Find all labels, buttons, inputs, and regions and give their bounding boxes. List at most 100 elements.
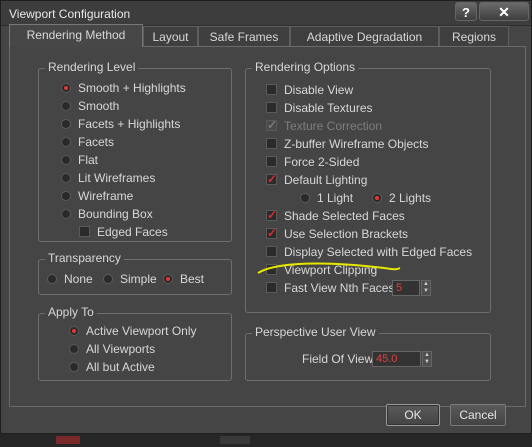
radio-label: 2 Lights [389,191,432,205]
checkbox-label: Disable View [284,83,354,97]
checkbox-box[interactable] [79,226,90,238]
checkbox-label: Force 2-Sided [284,155,360,169]
radio-2-lights[interactable]: 2 Lights [372,190,431,206]
radio-label: Lit Wireframes [78,171,156,185]
texture-correction-checkbox[interactable]: Texture Correction [266,117,382,134]
radio-indicator[interactable] [61,136,71,147]
disable-textures-checkbox[interactable]: Disable Textures [266,100,373,116]
tab-strip: Rendering Method Layout Safe Frames Adap… [9,24,527,47]
nth-faces-spinner[interactable]: 5 ▲ ▼ [392,280,432,296]
nth-faces-input[interactable]: 5 [392,280,420,296]
transparency-group: Transparency None Simple Best [38,251,232,295]
checkbox-label: Disable Textures [284,101,373,115]
radio-label: Best [180,272,205,286]
help-button[interactable]: ? [455,2,477,21]
radio-bounding-box[interactable]: Bounding Box [61,206,153,222]
radio-active-viewport-only[interactable]: Active Viewport Only [69,323,197,339]
radio-indicator[interactable] [61,172,71,183]
tab-layout[interactable]: Layout [143,26,198,46]
cancel-button[interactable]: Cancel [450,404,506,426]
checkbox-box[interactable] [266,156,277,168]
radio-label: Bounding Box [78,207,153,221]
checkbox-box[interactable] [266,246,277,258]
highlight-annotation-stroke [257,262,401,274]
fov-input[interactable]: 45.0 [372,351,421,367]
tab-regions[interactable]: Regions [439,26,509,46]
radio-transparency-none[interactable]: None [47,271,93,287]
shade-selected-faces-checkbox[interactable]: Shade Selected Faces [266,207,405,224]
zbuffer-wireframe-checkbox[interactable]: Z-buffer Wireframe Objects [266,136,428,152]
checkbox-box[interactable] [266,117,277,133]
apply-to-legend: Apply To [45,305,97,319]
checkbox-box[interactable] [266,102,277,114]
background-fragment [220,436,250,444]
tab-safe-frames[interactable]: Safe Frames [198,26,290,46]
nth-faces-spinner-arrows[interactable]: ▲ ▼ [421,280,431,296]
radio-indicator[interactable] [163,273,173,284]
default-lighting-checkbox[interactable]: Default Lighting [266,171,367,188]
fov-label: Field Of View: [302,352,377,366]
radio-label: Smooth + Highlights [78,81,186,95]
perspective-legend: Perspective User View [252,325,379,339]
checkbox-label: Edged Faces [97,225,168,239]
radio-lit-wireframes[interactable]: Lit Wireframes [61,170,155,186]
radio-facets-highlights[interactable]: Facets + Highlights [61,116,180,132]
edged-faces-checkbox[interactable]: Edged Faces [79,224,168,240]
radio-indicator[interactable] [61,100,71,111]
checkbox-box[interactable] [266,84,277,96]
apply-to-group: Apply To Active Viewport Only All Viewpo… [38,305,232,381]
radio-transparency-best[interactable]: Best [163,271,204,287]
checkbox-box[interactable] [266,282,277,294]
radio-transparency-simple[interactable]: Simple [103,271,157,287]
radio-indicator[interactable] [300,192,310,203]
radio-label: All Viewports [86,342,156,356]
radio-indicator[interactable] [61,154,71,165]
radio-label: Facets + Highlights [78,117,181,131]
background-fragment [56,436,80,444]
radio-smooth-highlights[interactable]: Smooth + Highlights [61,80,186,96]
checkbox-box[interactable] [266,138,277,150]
radio-indicator[interactable] [61,82,71,93]
fast-view-nth-faces-checkbox[interactable]: Fast View Nth Faces: [266,280,398,296]
radio-label: Facets [78,135,115,149]
radio-label: Flat [78,153,99,167]
use-selection-brackets-checkbox[interactable]: Use Selection Brackets [266,225,408,242]
viewport-configuration-dialog: Viewport Configuration ? ✕ Rendering Met… [0,0,532,434]
title-bar: Viewport Configuration ? ✕ [1,1,531,26]
checkbox-box[interactable] [266,171,277,187]
rendering-level-legend: Rendering Level [45,60,139,74]
checkbox-box[interactable] [266,207,277,223]
close-button[interactable]: ✕ [479,2,529,21]
radio-indicator[interactable] [103,273,113,284]
radio-indicator[interactable] [61,190,71,201]
radio-indicator[interactable] [61,208,71,219]
ok-button[interactable]: OK [386,404,440,426]
rendering-options-group: Rendering Options Disable View Disable T… [245,60,491,313]
background-viewport-strip [0,434,532,447]
radio-smooth[interactable]: Smooth [61,98,119,114]
radio-flat[interactable]: Flat [61,152,98,168]
radio-label: Simple [120,272,157,286]
radio-indicator[interactable] [61,118,71,129]
force-2-sided-checkbox[interactable]: Force 2-Sided [266,154,359,170]
radio-wireframe[interactable]: Wireframe [61,188,133,204]
radio-all-but-active[interactable]: All but Active [69,359,155,375]
fov-spinner-arrows[interactable]: ▲ ▼ [422,351,432,367]
radio-indicator[interactable] [69,325,79,336]
radio-indicator[interactable] [69,343,79,354]
radio-all-viewports[interactable]: All Viewports [69,341,155,357]
radio-1-light[interactable]: 1 Light [300,190,353,206]
radio-facets[interactable]: Facets [61,134,114,150]
radio-label: Smooth [78,99,120,113]
radio-indicator[interactable] [47,273,57,284]
window-title: Viewport Configuration [9,7,131,21]
fov-spinner[interactable]: 45.0 ▲ ▼ [372,351,432,367]
radio-indicator[interactable] [69,361,79,372]
tab-adaptive-degradation[interactable]: Adaptive Degradation [290,26,439,46]
checkbox-label: Z-buffer Wireframe Objects [284,137,429,151]
radio-label: All but Active [86,360,155,374]
radio-indicator[interactable] [372,192,382,203]
checkbox-box[interactable] [266,225,277,241]
disable-view-checkbox[interactable]: Disable View [266,82,353,98]
tab-rendering-method[interactable]: Rendering Method [9,24,143,47]
